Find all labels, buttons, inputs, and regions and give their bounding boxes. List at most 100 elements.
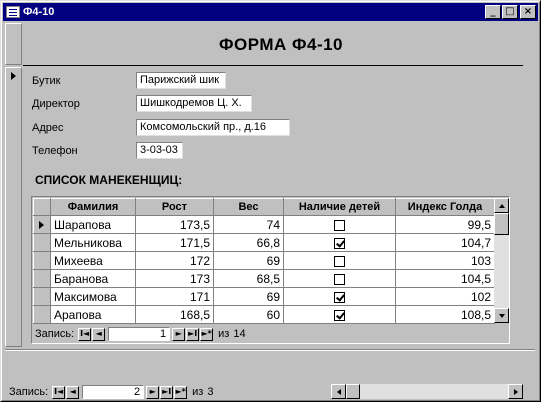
cell-height[interactable]: 173,5 (135, 215, 214, 234)
cell-surname[interactable]: Максимова (50, 287, 136, 306)
cell-children[interactable] (283, 305, 396, 324)
subform-last-record-button[interactable]: ►I (186, 327, 200, 341)
scroll-left-button[interactable] (331, 384, 346, 399)
select-all-corner[interactable] (33, 198, 51, 216)
scroll-right-button[interactable] (508, 384, 523, 399)
checkbox-checked[interactable] (334, 237, 345, 249)
cell-height[interactable]: 171 (135, 287, 214, 306)
table-row[interactable]: Баранова 173 68,5 104,5 (33, 269, 495, 288)
table-row[interactable]: Максимова 171 69 102 (33, 287, 495, 306)
cell-surname[interactable]: Мельникова (50, 233, 136, 252)
subform-record-number-input[interactable]: 1 (108, 327, 171, 341)
label-address: Адрес (32, 122, 64, 134)
prev-record-button[interactable]: ◄ (66, 385, 80, 399)
label-phone: Телефон (32, 145, 78, 157)
subform-first-record-button[interactable]: I◄ (78, 327, 92, 341)
new-record-button[interactable]: ►* (174, 385, 188, 399)
subform-prev-record-button[interactable]: ◄ (92, 327, 106, 341)
cell-weight[interactable]: 66,8 (213, 233, 284, 252)
row-selector[interactable] (33, 305, 51, 324)
minimize-button[interactable]: _ (485, 5, 501, 19)
scroll-up-button[interactable] (494, 198, 509, 213)
cell-gold-index[interactable]: 99,5 (395, 215, 495, 234)
main-total-records: 3 (207, 386, 214, 398)
cell-height[interactable]: 168,5 (135, 305, 214, 324)
arrow-up-icon (499, 204, 505, 208)
director-field[interactable]: Шишкодремов Ц. Х. (136, 95, 252, 112)
phone-field[interactable]: 3-03-03 (136, 142, 183, 159)
cell-children[interactable] (283, 233, 396, 252)
form-icon[interactable] (6, 6, 20, 18)
scroll-thumb[interactable] (494, 213, 509, 235)
window-title: Ф4-10 (23, 6, 55, 18)
cell-weight[interactable]: 68,5 (213, 269, 284, 288)
subform-next-record-button[interactable]: ► (172, 327, 186, 341)
cell-surname[interactable]: Шарапова (50, 215, 136, 234)
row-selector[interactable] (33, 233, 51, 252)
cell-gold-index[interactable]: 103 (395, 251, 495, 270)
checkbox-unchecked[interactable] (334, 255, 345, 267)
boutique-field[interactable]: Парижский шик (136, 72, 226, 89)
hscroll-thumb[interactable] (346, 384, 360, 399)
checkbox-checked[interactable] (334, 291, 345, 303)
cell-children[interactable] (283, 287, 396, 306)
datasheet-vertical-scrollbar[interactable] (494, 198, 509, 323)
arrow-right-icon (514, 389, 518, 395)
last-record-button[interactable]: ►I (160, 385, 174, 399)
row-selector[interactable] (33, 251, 51, 270)
cell-children[interactable] (283, 215, 396, 234)
address-field[interactable]: Комсомольский пр., д.16 (136, 119, 290, 136)
row-selector[interactable] (33, 215, 51, 234)
checkbox-unchecked[interactable] (334, 219, 345, 231)
column-header-surname[interactable]: Фамилия (50, 198, 136, 216)
cell-children[interactable] (283, 251, 396, 270)
maximize-button[interactable]: □ (502, 5, 518, 19)
subform-new-record-button[interactable]: ►* (200, 327, 214, 341)
table-row[interactable]: Мельникова 171,5 66,8 104,7 (33, 233, 495, 252)
cell-surname[interactable]: Арапова (50, 305, 136, 324)
cell-children[interactable] (283, 269, 396, 288)
cell-gold-index[interactable]: 104,5 (395, 269, 495, 288)
cell-weight[interactable]: 74 (213, 215, 284, 234)
cell-weight[interactable]: 60 (213, 305, 284, 324)
table-row[interactable]: Арапова 168,5 60 108,5 (33, 305, 495, 324)
column-header-height[interactable]: Рост (135, 198, 214, 216)
cell-weight[interactable]: 69 (213, 287, 284, 306)
form-window: Ф4-10 _ □ × ФОРМА Ф4-10 Бутик Парижский … (0, 0, 541, 402)
title-bar[interactable]: Ф4-10 _ □ × (3, 3, 538, 21)
table-row[interactable]: Шарапова 173,5 74 99,5 (33, 215, 495, 234)
next-record-button[interactable]: ► (146, 385, 160, 399)
checkbox-unchecked[interactable] (334, 273, 345, 285)
record-selector[interactable] (5, 67, 22, 347)
cell-height[interactable]: 171,5 (135, 233, 214, 252)
main-of-label: из (192, 386, 204, 398)
column-header-gold-index[interactable]: Индекс Голда (395, 198, 495, 216)
form-horizontal-scrollbar[interactable] (331, 384, 523, 399)
models-list-title: СПИСОК МАНЕКЕНЩИЦ: (35, 173, 183, 187)
footer-divider (5, 349, 535, 351)
scroll-down-button[interactable] (494, 308, 509, 323)
checkbox-checked[interactable] (334, 309, 345, 321)
cell-gold-index[interactable]: 108,5 (395, 305, 495, 324)
cell-surname[interactable]: Михеева (50, 251, 136, 270)
cell-gold-index[interactable]: 102 (395, 287, 495, 306)
arrow-left-icon (337, 389, 341, 395)
cell-weight[interactable]: 69 (213, 251, 284, 270)
record-number-input[interactable]: 2 (82, 385, 145, 399)
current-row-arrow-icon (39, 221, 44, 229)
header-selector[interactable] (5, 23, 22, 65)
main-nav-label: Запись: (9, 386, 49, 398)
cell-surname[interactable]: Баранова (50, 269, 136, 288)
column-header-weight[interactable]: Вес (213, 198, 284, 216)
cell-height[interactable]: 173 (135, 269, 214, 288)
cell-height[interactable]: 172 (135, 251, 214, 270)
row-selector[interactable] (33, 287, 51, 306)
subform-total-records: 14 (233, 328, 246, 340)
cell-gold-index[interactable]: 104,7 (395, 233, 495, 252)
close-button[interactable]: × (520, 5, 536, 19)
table-row[interactable]: Михеева 172 69 103 (33, 251, 495, 270)
row-selector[interactable] (33, 269, 51, 288)
column-header-children[interactable]: Наличие детей (283, 198, 396, 216)
models-subform: Фамилия Рост Вес Наличие детей Индекс Го… (31, 196, 510, 344)
first-record-button[interactable]: I◄ (52, 385, 66, 399)
